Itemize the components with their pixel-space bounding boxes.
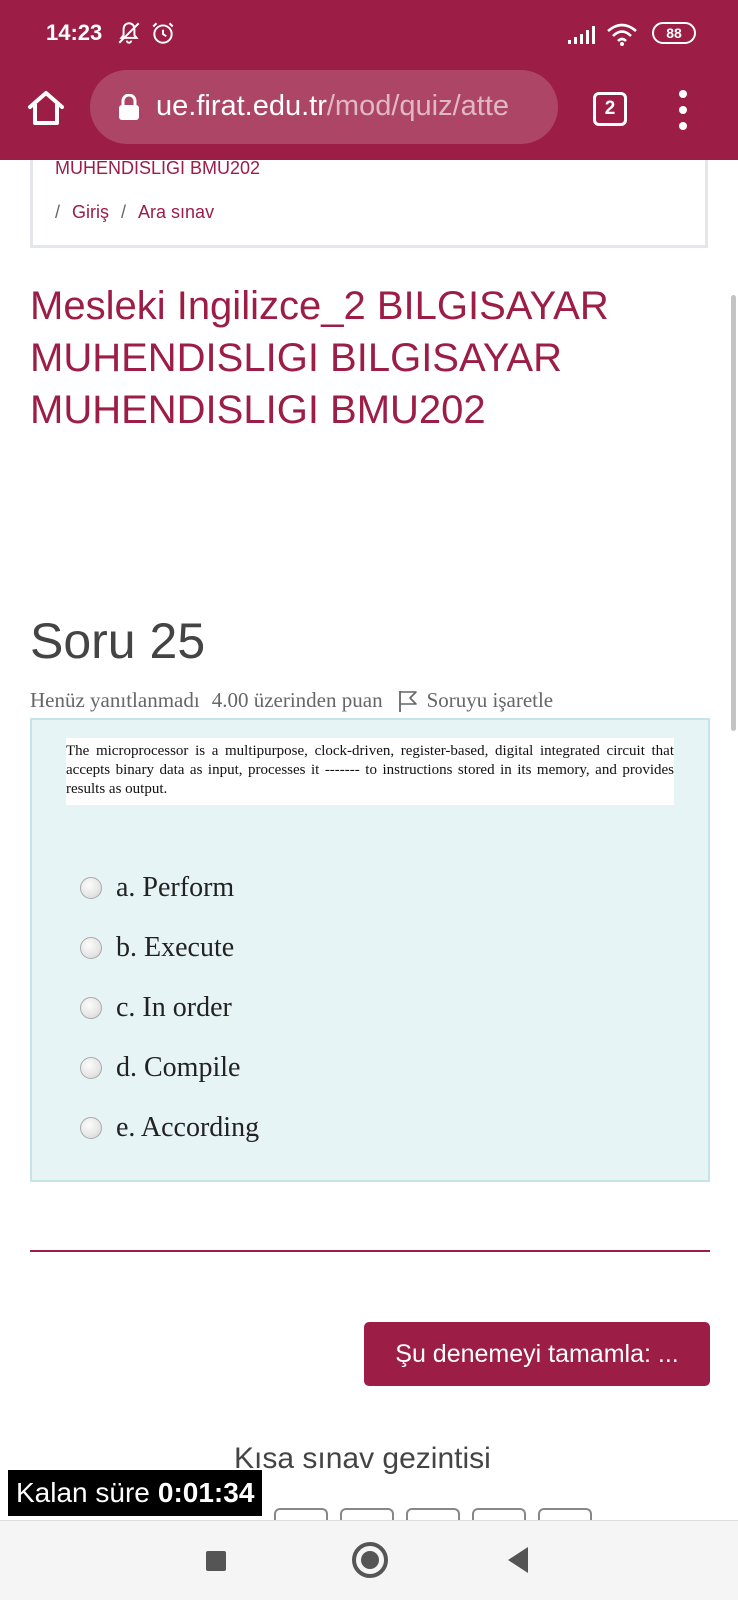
answer-option-d[interactable]: d. Compile <box>80 1038 259 1098</box>
home-icon[interactable] <box>24 86 68 130</box>
breadcrumb-separator: / <box>121 202 127 222</box>
section-divider <box>30 1250 710 1252</box>
answer-option-b[interactable]: b. Execute <box>80 918 259 978</box>
answer-option-e[interactable]: e. According <box>80 1098 259 1158</box>
page-title: Mesleki Ingilizce_2 BILGISAYAR MUHENDISL… <box>30 284 609 432</box>
quiz-nav-button[interactable] <box>472 1508 526 1520</box>
quiz-navigation-buttons <box>274 1508 592 1520</box>
bell-off-icon <box>118 22 140 44</box>
question-text: The microprocessor is a multipurpose, cl… <box>66 738 674 805</box>
address-bar[interactable]: ue.firat.edu.tr/mod/quiz/atte <box>90 70 558 144</box>
battery-level: 88 <box>666 25 682 41</box>
timer-value: 0:01:34 <box>157 1477 255 1508</box>
quiz-nav-button[interactable] <box>274 1508 328 1520</box>
lock-icon <box>119 94 139 120</box>
quiz-nav-button[interactable] <box>406 1508 460 1520</box>
answer-radio[interactable] <box>80 877 102 899</box>
finish-attempt-button[interactable]: Şu denemeyi tamamla: ... <box>364 1322 710 1386</box>
flag-icon <box>398 690 417 712</box>
answer-label[interactable]: c. In order <box>116 992 232 1024</box>
question-box: The microprocessor is a multipurpose, cl… <box>30 718 710 1182</box>
browser-top-bar: 14:23 88 ue.firat.edu.tr/mod/quiz/atte 2 <box>0 0 738 160</box>
breadcrumb-item-ara-sinav[interactable]: Ara sınav <box>138 202 214 223</box>
timer-label: Kalan süre <box>16 1477 150 1508</box>
status-bar: 14:23 88 <box>0 0 738 68</box>
answer-radio[interactable] <box>80 1057 102 1079</box>
back-icon[interactable] <box>508 1547 528 1573</box>
quiz-nav-button[interactable] <box>340 1508 394 1520</box>
breadcrumb-item-giris[interactable]: Giriş <box>72 202 109 223</box>
home-circle-icon[interactable] <box>352 1542 388 1578</box>
url-path: /mod/quiz/atte <box>326 90 510 122</box>
answer-label[interactable]: a. Perform <box>116 872 234 904</box>
quiz-navigation-title: Kısa sınav gezintisi <box>234 1442 491 1475</box>
answer-label[interactable]: b. Execute <box>116 932 234 964</box>
quiz-timer: Kalan süre 0:01:34 <box>8 1470 263 1516</box>
answer-option-a[interactable]: a. Perform <box>80 858 259 918</box>
recent-apps-icon[interactable] <box>206 1551 226 1571</box>
answer-list: a. Perform b. Execute c. In order d. Com… <box>80 858 259 1158</box>
answer-label[interactable]: d. Compile <box>116 1052 240 1084</box>
tab-switcher-button[interactable]: 2 <box>593 92 627 126</box>
url-text[interactable]: ue.firat.edu.tr/mod/quiz/atte <box>156 90 542 123</box>
answer-label[interactable]: e. According <box>116 1112 259 1144</box>
page-scrollbar[interactable] <box>731 295 736 731</box>
question-info: Henüz yanıtlanmadı 4.00 üzerinden puan S… <box>30 688 553 713</box>
breadcrumb: / Giriş / Ara sınav <box>55 202 214 223</box>
status-time: 14:23 <box>46 20 103 45</box>
tab-count: 2 <box>604 98 616 119</box>
overflow-menu-icon[interactable] <box>676 90 690 130</box>
breadcrumb-separator: / <box>55 202 61 222</box>
answer-radio[interactable] <box>80 1117 102 1139</box>
flag-question-link[interactable]: Soruyu işaretle <box>397 688 554 713</box>
wifi-icon <box>607 23 637 46</box>
answer-option-c[interactable]: c. In order <box>80 978 259 1038</box>
answer-radio[interactable] <box>80 997 102 1019</box>
url-host: ue.firat.edu.tr <box>156 90 327 122</box>
flag-question-label: Soruyu işaretle <box>426 688 554 712</box>
question-state: Henüz yanıtlanmadı <box>30 688 200 712</box>
question-grade: 4.00 üzerinden puan <box>211 688 383 712</box>
answer-radio[interactable] <box>80 937 102 959</box>
alarm-icon <box>152 22 174 44</box>
course-name-partial[interactable]: MUHENDISLIGI BMU202 <box>55 158 260 179</box>
signal-icon <box>568 26 595 44</box>
battery-indicator: 88 <box>652 22 696 44</box>
quiz-nav-button[interactable] <box>538 1508 592 1520</box>
system-navigation-bar <box>0 1520 738 1600</box>
question-heading: Soru 25 <box>30 613 206 669</box>
